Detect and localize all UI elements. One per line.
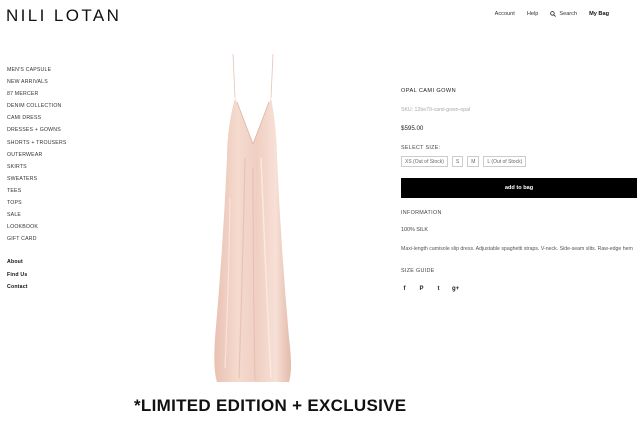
select-size-label: SELECT SIZE: (401, 145, 441, 151)
sidebar-item-dresses-gowns[interactable]: DRESSES + GOWNS (7, 124, 87, 136)
sidebar-item-tops[interactable]: TOPS (7, 197, 87, 209)
sidebar-link-contact[interactable]: Contact (7, 281, 87, 293)
sidebar-link-find-us[interactable]: Find Us (7, 269, 87, 281)
sidebar-item-lookbook[interactable]: LOOKBOOK (7, 221, 87, 233)
my-bag-link[interactable]: My Bag (589, 11, 609, 17)
account-link[interactable]: Account (495, 11, 515, 17)
product-name: OPAL CAMI GOWN (401, 88, 457, 94)
sidebar-item-tees[interactable]: TEES (7, 185, 87, 197)
sidebar-item-outerwear[interactable]: OUTERWEAR (7, 149, 87, 161)
sidebar-item-denim-collection[interactable]: DENIM COLLECTION (7, 100, 87, 112)
sidebar-item-new-arrivals[interactable]: NEW ARRIVALS (7, 76, 87, 88)
size-option-s[interactable]: S (451, 156, 464, 167)
product-material: 100% SILK (401, 227, 428, 233)
sidebar-item-87-mercer[interactable]: 87 MERCER (7, 88, 87, 100)
size-guide-link[interactable]: SIZE GUIDE (401, 268, 637, 274)
information-heading: INFORMATION (401, 210, 442, 216)
search-label: Search (559, 11, 578, 17)
sidebar-item-gift-card[interactable]: GIFT CARD (7, 233, 87, 245)
product-sku: SKU: 12be79-cami-gown-opal (401, 107, 471, 113)
google-plus-icon[interactable]: g+ (452, 286, 459, 292)
product-details: OPAL CAMI GOWN SKU: 12be79-cami-gown-opa… (401, 86, 637, 292)
social-share: f P t g+ (401, 286, 637, 292)
sidebar-item-sweaters[interactable]: SWEATERS (7, 173, 87, 185)
sidebar-nav: MEN'S CAPSULE NEW ARRIVALS 87 MERCER DEN… (7, 64, 87, 293)
sidebar-item-cami-dress[interactable]: CAMI DRESS (7, 112, 87, 124)
product-description: Maxi-length camisole slip dress. Adjusta… (401, 246, 633, 252)
search-link[interactable]: Search (550, 11, 577, 17)
twitter-icon[interactable]: t (435, 286, 442, 292)
top-navigation: Account Help Search My Bag (495, 11, 609, 17)
product-price: $595.00 (401, 125, 424, 132)
size-option-m[interactable]: M (467, 156, 480, 167)
sidebar-item-sale[interactable]: SALE (7, 209, 87, 221)
limited-edition-caption: *LIMITED EDITION + EXCLUSIVE (134, 396, 407, 415)
sidebar-link-about[interactable]: About (7, 256, 87, 268)
pinterest-icon[interactable]: P (418, 286, 425, 292)
add-to-bag-button[interactable]: add to bag (401, 178, 637, 198)
sidebar-item-mens-capsule[interactable]: MEN'S CAPSULE (7, 64, 87, 76)
facebook-icon[interactable]: f (401, 286, 408, 292)
sidebar-item-skirts[interactable]: SKIRTS (7, 161, 87, 173)
size-option-l[interactable]: L (Out of Stock) (483, 156, 527, 167)
help-link[interactable]: Help (527, 11, 539, 17)
brand-logo[interactable]: NILI LOTAN (6, 6, 121, 26)
dress-image (214, 53, 291, 382)
size-option-xs[interactable]: XS (Out of Stock) (401, 156, 448, 167)
search-icon (550, 11, 557, 17)
product-image[interactable] (185, 48, 315, 388)
size-options: XS (Out of Stock) S M L (Out of Stock) (401, 156, 637, 167)
sidebar-item-shorts-trousers[interactable]: SHORTS + TROUSERS (7, 137, 87, 149)
